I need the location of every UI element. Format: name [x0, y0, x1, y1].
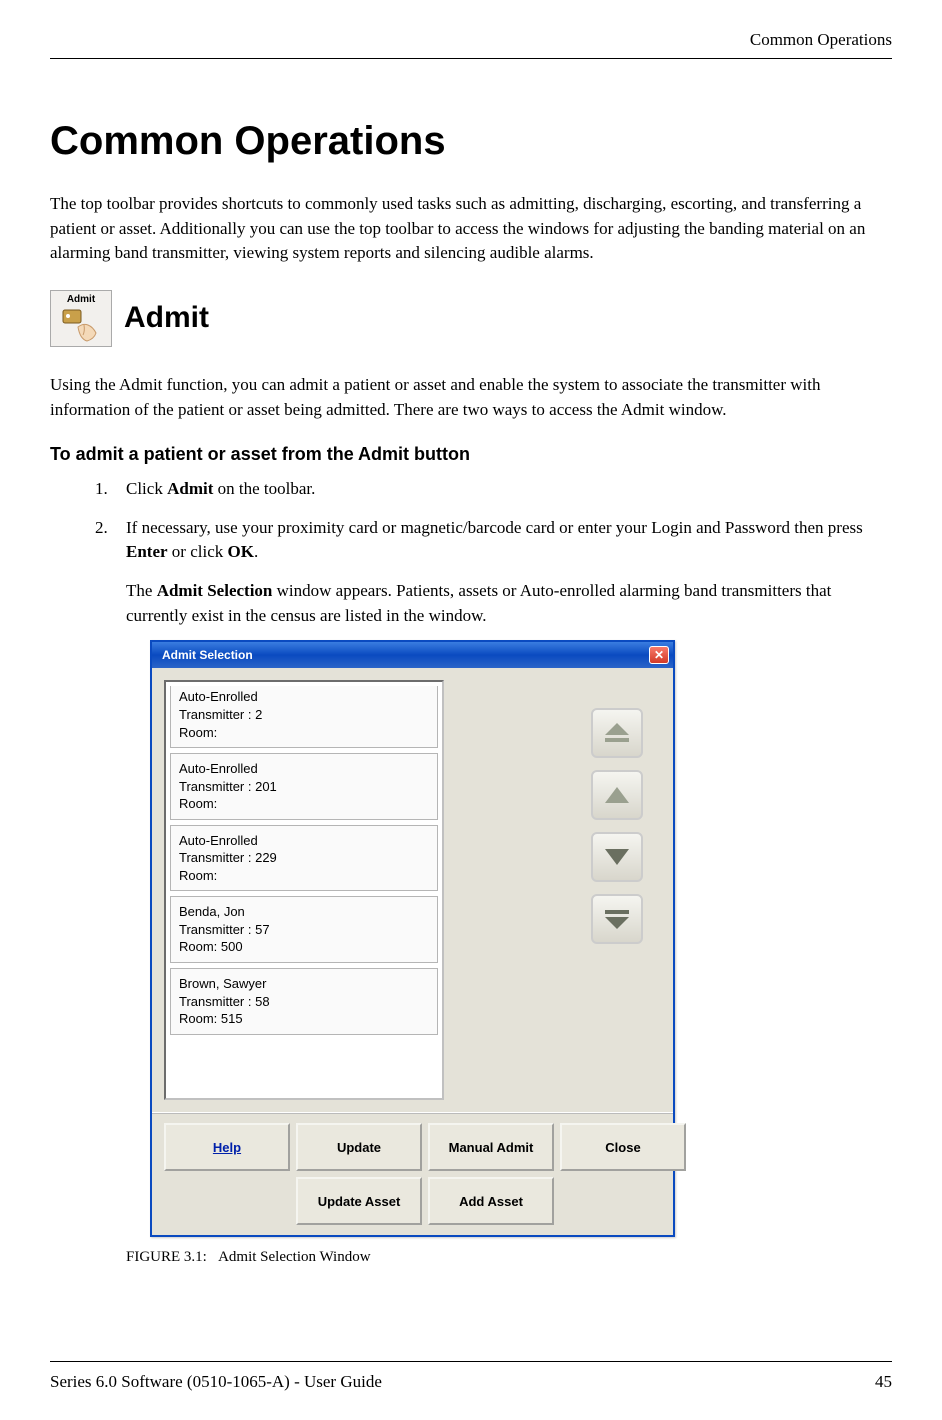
update-asset-button[interactable]: Update Asset: [296, 1177, 422, 1225]
help-button[interactable]: Help: [164, 1123, 290, 1171]
list-item-name: Auto-Enrolled: [179, 689, 258, 704]
chevron-top-icon: [603, 721, 631, 745]
dialog-body: Auto-Enrolled Transmitter : 2 Room: Auto…: [152, 668, 673, 1112]
admit-toolbar-icon: Admit: [50, 290, 112, 347]
list-item[interactable]: Brown, Sawyer Transmitter : 58 Room: 515: [170, 968, 438, 1035]
step1-post: on the toolbar.: [213, 479, 315, 498]
step-1: Click Admit on the toolbar.: [112, 477, 892, 502]
list-item-room: Room: 500: [179, 939, 243, 954]
list-item-room: Room:: [179, 868, 217, 883]
list-item-room: Room:: [179, 796, 217, 811]
add-asset-button[interactable]: Add Asset: [428, 1177, 554, 1225]
step2-note: The Admit Selection window appears. Pati…: [126, 579, 892, 628]
step1-bold: Admit: [167, 479, 213, 498]
list-item-name: Auto-Enrolled: [179, 761, 258, 776]
step1-pre: Click: [126, 479, 167, 498]
list-item-room: Room:: [179, 725, 217, 740]
step2-bold1: Enter: [126, 542, 168, 561]
admit-hand-tag-icon: [60, 307, 102, 343]
list-item-transmitter: Transmitter : 57: [179, 922, 270, 937]
admit-selection-window: Admit Selection ✕ Auto-Enrolled Transmit…: [150, 640, 675, 1237]
nav-button-panel: [591, 708, 643, 1100]
step2-post: .: [254, 542, 258, 561]
patient-list-panel: Auto-Enrolled Transmitter : 2 Room: Auto…: [164, 680, 444, 1100]
manual-admit-button[interactable]: Manual Admit: [428, 1123, 554, 1171]
footer-rule: [50, 1361, 892, 1362]
procedure-heading: To admit a patient or asset from the Adm…: [50, 444, 892, 465]
intro-paragraph: The top toolbar provides shortcuts to co…: [50, 192, 892, 266]
scroll-top-button[interactable]: [591, 708, 643, 758]
procedure-list: Click Admit on the toolbar. If necessary…: [112, 477, 892, 565]
list-item[interactable]: Benda, Jon Transmitter : 57 Room: 500: [170, 896, 438, 963]
list-item-transmitter: Transmitter : 229: [179, 850, 277, 865]
dialog-titlebar: Admit Selection ✕: [152, 642, 673, 668]
step2-pre: If necessary, use your proximity card or…: [126, 518, 863, 537]
list-item[interactable]: Auto-Enrolled Transmitter : 2 Room:: [170, 686, 438, 748]
close-button[interactable]: Close: [560, 1123, 686, 1171]
page-footer: Series 6.0 Software (0510-1065-A) - User…: [50, 1361, 892, 1392]
step-2: If necessary, use your proximity card or…: [112, 516, 892, 565]
list-item-transmitter: Transmitter : 201: [179, 779, 277, 794]
footer-left: Series 6.0 Software (0510-1065-A) - User…: [50, 1372, 382, 1392]
admit-heading-row: Admit Admit: [50, 290, 892, 347]
admit-description: Using the Admit function, you can admit …: [50, 373, 892, 422]
close-icon[interactable]: ✕: [649, 646, 669, 664]
figure-caption-text: Admit Selection Window: [218, 1249, 370, 1265]
list-item-name: Auto-Enrolled: [179, 833, 258, 848]
scroll-bottom-button[interactable]: [591, 894, 643, 944]
screenshot-container: Admit Selection ✕ Auto-Enrolled Transmit…: [150, 640, 892, 1237]
list-item-name: Benda, Jon: [179, 904, 245, 919]
list-item[interactable]: Auto-Enrolled Transmitter : 229 Room:: [170, 825, 438, 892]
figure-caption: FIGURE 3.1: Admit Selection Window: [126, 1249, 892, 1266]
step2-mid: or click: [168, 542, 228, 561]
dialog-title: Admit Selection: [156, 648, 253, 662]
list-item[interactable]: Auto-Enrolled Transmitter : 201 Room:: [170, 753, 438, 820]
update-button[interactable]: Update: [296, 1123, 422, 1171]
chevron-down-icon: [603, 845, 631, 869]
note-bold: Admit Selection: [157, 581, 273, 600]
step2-bold2: OK: [228, 542, 254, 561]
figure-label: FIGURE 3.1:: [126, 1249, 207, 1265]
list-item-room: Room: 515: [179, 1011, 243, 1026]
dialog-button-bar: Help Update Manual Admit Close Update As…: [152, 1112, 673, 1235]
list-item-name: Brown, Sawyer: [179, 976, 266, 991]
help-button-label: Help: [213, 1140, 241, 1155]
scroll-up-button[interactable]: [591, 770, 643, 820]
header-rule: [50, 58, 892, 59]
admit-icon-label: Admit: [67, 294, 95, 305]
scroll-down-button[interactable]: [591, 832, 643, 882]
admit-heading: Admit: [124, 301, 209, 335]
page-title: Common Operations: [50, 119, 892, 164]
note-pre: The: [126, 581, 157, 600]
chevron-up-icon: [603, 783, 631, 807]
list-item-transmitter: Transmitter : 58: [179, 994, 270, 1009]
chevron-bottom-icon: [603, 907, 631, 931]
list-item-transmitter: Transmitter : 2: [179, 707, 262, 722]
running-header: Common Operations: [50, 30, 892, 50]
page-number: 45: [875, 1372, 892, 1392]
